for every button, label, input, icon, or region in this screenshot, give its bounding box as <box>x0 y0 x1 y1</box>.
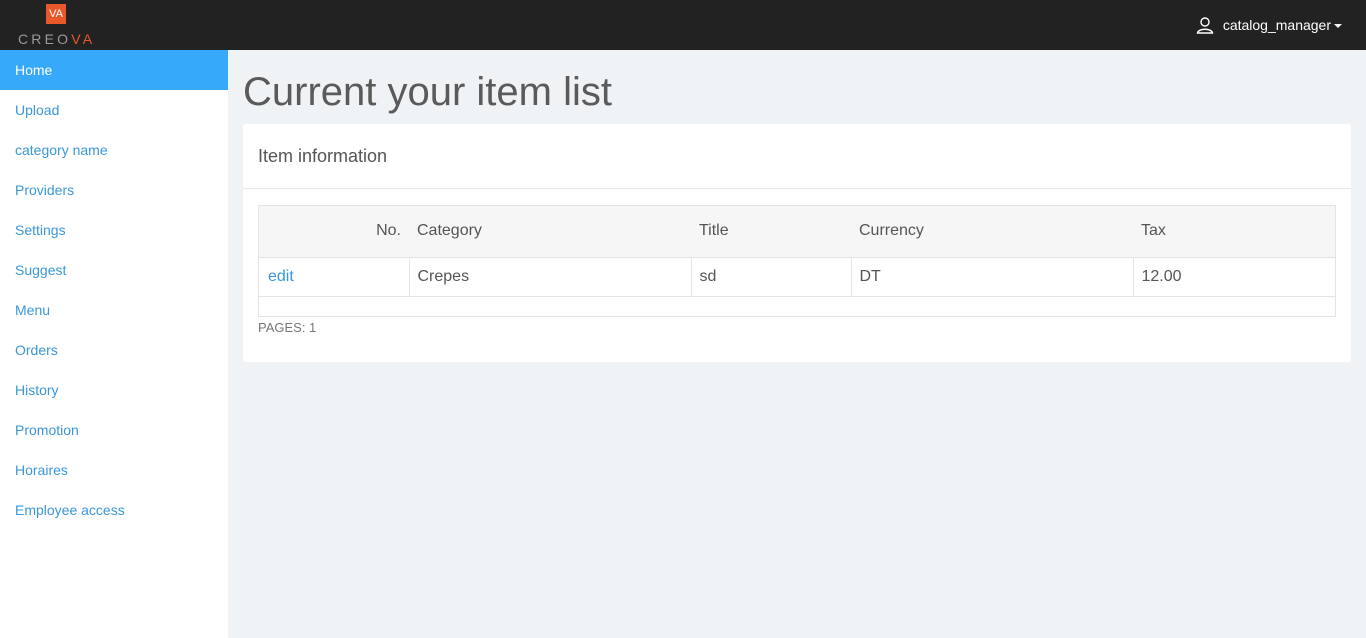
sidebar-item-category-name[interactable]: category name <box>0 130 228 170</box>
cell-currency: DT <box>851 257 1134 297</box>
user-menu-dropdown[interactable]: catalog_manager <box>1196 14 1342 36</box>
sidebar-item-menu[interactable]: Menu <box>0 290 228 330</box>
sidebar-item-providers[interactable]: Providers <box>0 170 228 210</box>
table-header-row: No. Category Title Currency Tax <box>259 206 1335 258</box>
logo-mark: VA <box>46 4 66 24</box>
column-header-no[interactable]: No. <box>259 206 409 258</box>
logo-text: CREOVA <box>18 31 98 47</box>
cell-category: Crepes <box>409 257 692 297</box>
sidebar-item-history[interactable]: History <box>0 370 228 410</box>
sidebar-item-suggest[interactable]: Suggest <box>0 250 228 290</box>
creova-logo[interactable]: VA CREOVA <box>18 4 94 48</box>
edit-link[interactable]: edit <box>259 257 410 297</box>
table-row: edit Crepes sd DT 12.00 <box>259 257 1335 297</box>
sidebar-item-horaires[interactable]: Horaires <box>0 450 228 490</box>
cell-title: sd <box>691 257 852 297</box>
top-navbar: VA CREOVA catalog_manager <box>0 0 1366 50</box>
column-header-title[interactable]: Title <box>691 206 851 258</box>
page-title: Current your item list <box>243 70 612 114</box>
caret-down-icon <box>1334 24 1342 28</box>
sidebar-item-promotion[interactable]: Promotion <box>0 410 228 450</box>
sidebar-item-upload[interactable]: Upload <box>0 90 228 130</box>
items-table-container: No. Category Title Currency Tax edit Cre… <box>258 205 1336 317</box>
sidebar: Home Upload category name Providers Sett… <box>0 50 228 638</box>
sidebar-item-settings[interactable]: Settings <box>0 210 228 250</box>
panel-heading: Item information <box>243 124 1351 189</box>
logo-text-accent: VA <box>71 31 96 47</box>
column-header-currency[interactable]: Currency <box>851 206 1133 258</box>
sidebar-item-employee-access[interactable]: Employee access <box>0 490 228 530</box>
sidebar-item-home[interactable]: Home <box>0 50 228 90</box>
sidebar-item-orders[interactable]: Orders <box>0 330 228 370</box>
user-name: catalog_manager <box>1222 17 1331 33</box>
item-information-panel: Item information No. Category Title Curr… <box>243 124 1351 362</box>
pagination-info: PAGES: 1 <box>258 320 317 335</box>
column-header-tax[interactable]: Tax <box>1133 206 1335 258</box>
cell-tax: 12.00 <box>1133 257 1335 297</box>
user-icon <box>1196 17 1214 34</box>
items-table: No. Category Title Currency Tax edit Cre… <box>259 206 1335 297</box>
logo-text-prefix: CREO <box>18 31 72 47</box>
column-header-category[interactable]: Category <box>409 206 691 258</box>
